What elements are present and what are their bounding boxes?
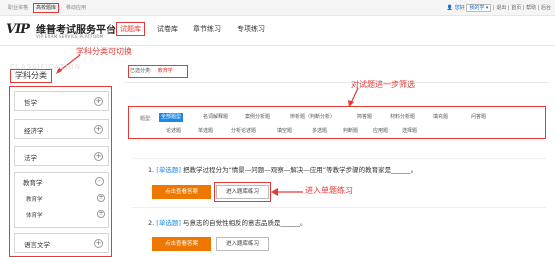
user-icon: 👤 [446, 5, 454, 11]
chip-type[interactable]: 多选题 [310, 127, 329, 136]
sidebar-title: 学科分类 [10, 69, 52, 83]
welcome-text: 您好 [454, 5, 465, 11]
chip-type[interactable]: 单选题 [196, 127, 215, 136]
topbar-user-area: 👤 您好 我的学 ▾ | 退出 | 首页 | 帮助 | 后台 [446, 4, 551, 12]
chip-type[interactable]: 辨析题（判断分析） [288, 113, 337, 122]
sidebar-item-philosophy[interactable]: 哲学 + [14, 91, 109, 111]
subitem-education[interactable]: 教育学 [26, 195, 43, 203]
question-text: 2. [单选题] 与意志的自觉性相反的意志品质是______。 [148, 219, 307, 227]
chip-type[interactable]: 材料分析题 [388, 113, 417, 122]
chip-type[interactable]: 问答题 [469, 113, 488, 122]
nav-special-practice[interactable]: 专项练习 [237, 22, 265, 36]
top-bar: 职业资格 高校题库 移动应用 👤 您好 我的学 ▾ | 退出 | 首页 | 帮助… [0, 0, 555, 16]
chip-type[interactable]: 选择题 [400, 127, 419, 136]
annotation-practice-box [214, 182, 271, 202]
annotation-switch-subject: 学科分类可切换 [76, 47, 132, 56]
chip-all-types[interactable]: 全部题型 [159, 113, 184, 122]
tab-mobile[interactable]: 移动应用 [64, 3, 88, 13]
chip-type[interactable]: 填空题 [275, 127, 294, 136]
annotation-arrow-practice [271, 188, 303, 196]
annotation-arrow-filter [348, 87, 359, 107]
chip-type[interactable]: 简答题 [355, 113, 374, 122]
chip-type[interactable]: 判断题 [341, 127, 360, 136]
help-link[interactable]: 帮助 [526, 5, 536, 11]
expand-icon[interactable]: + [94, 97, 103, 106]
nav-question-bank[interactable]: 试题库 [116, 22, 145, 36]
view-answer-button[interactable]: 点击查看答案 [152, 237, 211, 251]
annotation-selected-box [128, 65, 188, 78]
home-link[interactable]: 首页 [511, 5, 521, 11]
chip-type[interactable]: 填充题 [431, 113, 450, 122]
divider-slash: / [107, 22, 112, 36]
collapse-icon[interactable]: - [95, 177, 104, 186]
expand-icon[interactable]: + [94, 152, 103, 161]
sidebar-item-law[interactable]: 法学 + [14, 146, 109, 166]
sidebar-item-education[interactable]: 教育学 - [14, 172, 109, 192]
chip-type[interactable]: 名词解释题 [201, 113, 230, 122]
tab-university-bank[interactable]: 高校题库 [33, 3, 60, 13]
type-label: 题型: [140, 116, 152, 122]
platform-subtitle: VIP EXAM SERVICE PLATFORM [36, 34, 104, 39]
expand-icon[interactable]: + [94, 125, 103, 134]
sidebar-item-economics[interactable]: 经济学 + [14, 119, 109, 139]
annotation-enter-single: 进入单题练习 [305, 186, 353, 195]
divider [124, 82, 549, 83]
expand-icon[interactable]: + [94, 239, 103, 248]
chip-type[interactable]: 应用题 [371, 127, 390, 136]
tab-vocational[interactable]: 职业资格 [6, 3, 30, 13]
expand-icon[interactable]: + [97, 194, 105, 202]
view-answer-button[interactable]: 点击查看答案 [152, 185, 211, 199]
chip-type[interactable]: 分析论述题 [229, 127, 258, 136]
nav-chapter-practice[interactable]: 章节练习 [193, 22, 221, 36]
header: VIP 维普考试服务平台 VIP EXAM SERVICE PLATFORM /… [0, 16, 555, 46]
user-select[interactable]: 我的学 ▾ [466, 4, 492, 12]
logo-mark: VIP [6, 22, 30, 37]
chip-type[interactable]: 论述题 [164, 127, 183, 136]
question-text: 1. [单选题] 把教学过程分为“情景—问题—观察—解决—应用”等教学步骤的教育… [148, 166, 418, 174]
chip-type[interactable]: 案例分析题 [243, 113, 272, 122]
nav-paper-bank[interactable]: 试卷库 [157, 22, 178, 36]
enter-practice-button[interactable]: 进入题库练习 [216, 237, 269, 251]
expand-icon[interactable]: + [97, 210, 105, 218]
annotation-filter-box [128, 106, 546, 139]
admin-link[interactable]: 后台 [541, 5, 551, 11]
logout-link[interactable]: 退出 [496, 5, 506, 11]
sidebar-item-literature[interactable]: 语言文学 + [14, 233, 109, 253]
subitem-sports[interactable]: 体育学 [26, 211, 43, 219]
